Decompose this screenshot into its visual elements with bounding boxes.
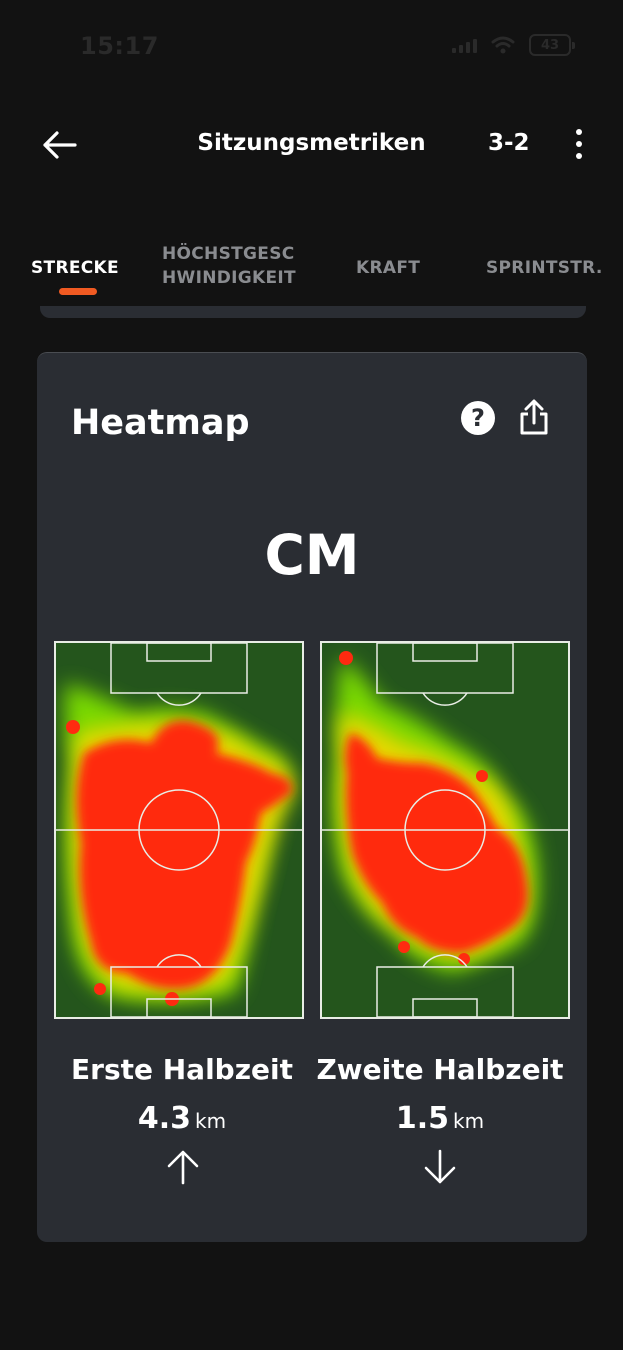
- second-half-distance-value: 1.5: [395, 1101, 450, 1136]
- second-half-label: Zweite Halbzeit: [316, 1053, 564, 1086]
- first-half-label: Erste Halbzeit: [71, 1053, 293, 1086]
- metric-tabs: STRECKE HÖCHSTGESC HWINDIGKEIT KRAFT SPR…: [0, 232, 623, 312]
- share-icon: [520, 399, 548, 435]
- heatmap-second-half: [320, 641, 570, 1019]
- wifi-icon: [491, 36, 515, 54]
- tab-sprintstrecke[interactable]: SPRINTSTR.: [486, 256, 603, 280]
- battery-icon: 43: [529, 34, 575, 56]
- more-vertical-icon: [576, 129, 582, 135]
- tab-hoechstgeschwindigkeit[interactable]: HÖCHSTGESC HWINDIGKEIT: [162, 242, 296, 290]
- more-options-button[interactable]: [562, 124, 596, 164]
- arrow-down-icon: [424, 1149, 456, 1184]
- share-button[interactable]: [515, 397, 553, 439]
- first-half-distance-value: 4.3: [137, 1101, 192, 1136]
- status-time: 15:17: [80, 32, 159, 60]
- app-header: Sitzungsmetriken 3-2: [0, 110, 623, 180]
- first-half-distance-unit: km: [195, 1109, 227, 1133]
- second-half-distance: 1.5 km: [310, 1101, 570, 1136]
- first-half-distance: 4.3 km: [52, 1101, 312, 1136]
- status-icons: 43: [452, 34, 575, 56]
- tab-label-line1: HÖCHSTGESC: [162, 244, 295, 264]
- heatmap-first-half: [54, 641, 304, 1019]
- arrow-up-icon: [167, 1150, 199, 1185]
- active-tab-indicator: [59, 288, 97, 295]
- status-bar: 15:17 43: [0, 0, 623, 90]
- match-score: 3-2: [488, 130, 530, 156]
- signal-icon: [452, 37, 477, 53]
- help-icon[interactable]: ?: [461, 401, 495, 435]
- battery-level: 43: [540, 37, 560, 53]
- card-title: Heatmap: [71, 403, 250, 443]
- previous-card-edge: [40, 306, 586, 318]
- second-half-distance-unit: km: [453, 1109, 485, 1133]
- tab-strecke[interactable]: STRECKE: [31, 256, 119, 280]
- heatmap-card: Heatmap ? CM Erste Halbzeit Zweite Halbz…: [37, 352, 587, 1242]
- tab-label-line2: HWINDIGKEIT: [162, 268, 296, 288]
- tab-kraft[interactable]: KRAFT: [356, 256, 420, 280]
- player-position: CM: [264, 523, 360, 587]
